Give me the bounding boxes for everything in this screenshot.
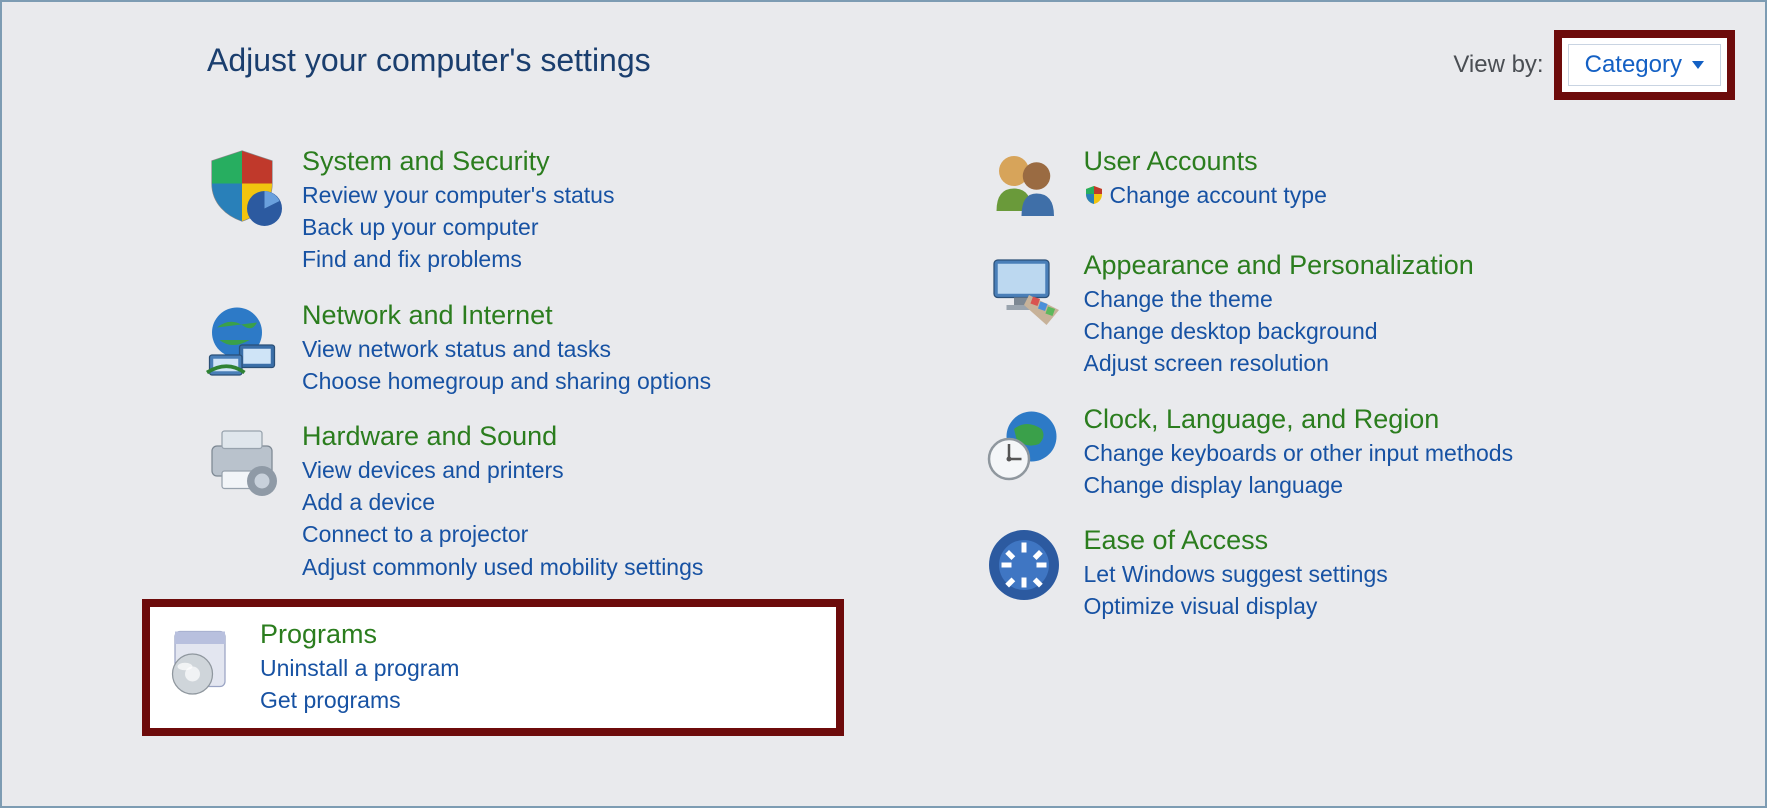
printer-hardware-icon xyxy=(202,421,282,501)
category-clock-language-region: Clock, Language, and Region Change keybo… xyxy=(984,390,1726,511)
globe-network-icon xyxy=(202,300,282,380)
view-by-container: View by: Category xyxy=(1453,30,1735,100)
shield-security-icon xyxy=(202,146,282,226)
category-title[interactable]: System and Security xyxy=(302,146,614,177)
left-column: System and Security Review your computer… xyxy=(202,132,944,736)
category-link[interactable]: Back up your computer xyxy=(302,211,614,243)
user-accounts-icon xyxy=(984,146,1064,226)
category-link[interactable]: View devices and printers xyxy=(302,454,703,486)
category-system-and-security: System and Security Review your computer… xyxy=(202,132,944,286)
category-link[interactable]: Change keyboards or other input methods xyxy=(1084,437,1514,469)
page-title: Adjust your computer's settings xyxy=(207,42,651,79)
clock-globe-icon xyxy=(984,404,1064,484)
uac-shield-icon xyxy=(1084,185,1104,205)
view-by-value: Category xyxy=(1585,51,1682,79)
category-title[interactable]: Ease of Access xyxy=(1084,525,1388,556)
programs-box-icon xyxy=(160,619,240,699)
category-link[interactable]: Uninstall a program xyxy=(260,652,459,684)
category-title[interactable]: Appearance and Personalization xyxy=(1084,250,1474,281)
category-link[interactable]: Let Windows suggest settings xyxy=(1084,558,1388,590)
category-link[interactable]: Optimize visual display xyxy=(1084,590,1388,622)
category-link[interactable]: Choose homegroup and sharing options xyxy=(302,365,711,397)
category-link[interactable]: Get programs xyxy=(260,684,459,716)
ease-of-access-icon xyxy=(984,525,1064,605)
category-link[interactable]: Review your computer's status xyxy=(302,179,614,211)
category-link[interactable]: Change the theme xyxy=(1084,283,1474,315)
category-title[interactable]: User Accounts xyxy=(1084,146,1327,177)
category-link[interactable]: Adjust screen resolution xyxy=(1084,347,1474,379)
monitor-personalization-icon xyxy=(984,250,1064,330)
category-ease-of-access: Ease of Access Let Windows suggest setti… xyxy=(984,511,1726,632)
category-title[interactable]: Clock, Language, and Region xyxy=(1084,404,1514,435)
category-link[interactable]: Change desktop background xyxy=(1084,315,1474,347)
view-by-dropdown[interactable]: Category xyxy=(1568,44,1721,86)
category-link[interactable]: Add a device xyxy=(302,486,703,518)
view-by-highlight: Category xyxy=(1554,30,1735,100)
programs-highlight: Programs Uninstall a program Get program… xyxy=(142,599,844,736)
right-column: User Accounts Change account type xyxy=(984,132,1726,736)
categories-grid: System and Security Review your computer… xyxy=(202,132,1725,736)
chevron-down-icon xyxy=(1692,61,1704,69)
category-hardware-and-sound: Hardware and Sound View devices and prin… xyxy=(202,407,944,593)
category-link-text: Change account type xyxy=(1110,179,1327,211)
category-link[interactable]: Find and fix problems xyxy=(302,243,614,275)
category-link[interactable]: View network status and tasks xyxy=(302,333,711,365)
category-link[interactable]: Change display language xyxy=(1084,469,1514,501)
category-link[interactable]: Connect to a projector xyxy=(302,518,703,550)
category-network-and-internet: Network and Internet View network status… xyxy=(202,286,944,407)
category-user-accounts: User Accounts Change account type xyxy=(984,132,1726,236)
category-appearance-and-personalization: Appearance and Personalization Change th… xyxy=(984,236,1726,390)
category-link[interactable]: Adjust commonly used mobility settings xyxy=(302,551,703,583)
category-title[interactable]: Hardware and Sound xyxy=(302,421,703,452)
category-title[interactable]: Network and Internet xyxy=(302,300,711,331)
category-title[interactable]: Programs xyxy=(260,619,459,650)
view-by-label: View by: xyxy=(1453,51,1543,79)
category-programs: Programs Uninstall a program Get program… xyxy=(160,613,826,722)
category-link[interactable]: Change account type xyxy=(1084,179,1327,211)
